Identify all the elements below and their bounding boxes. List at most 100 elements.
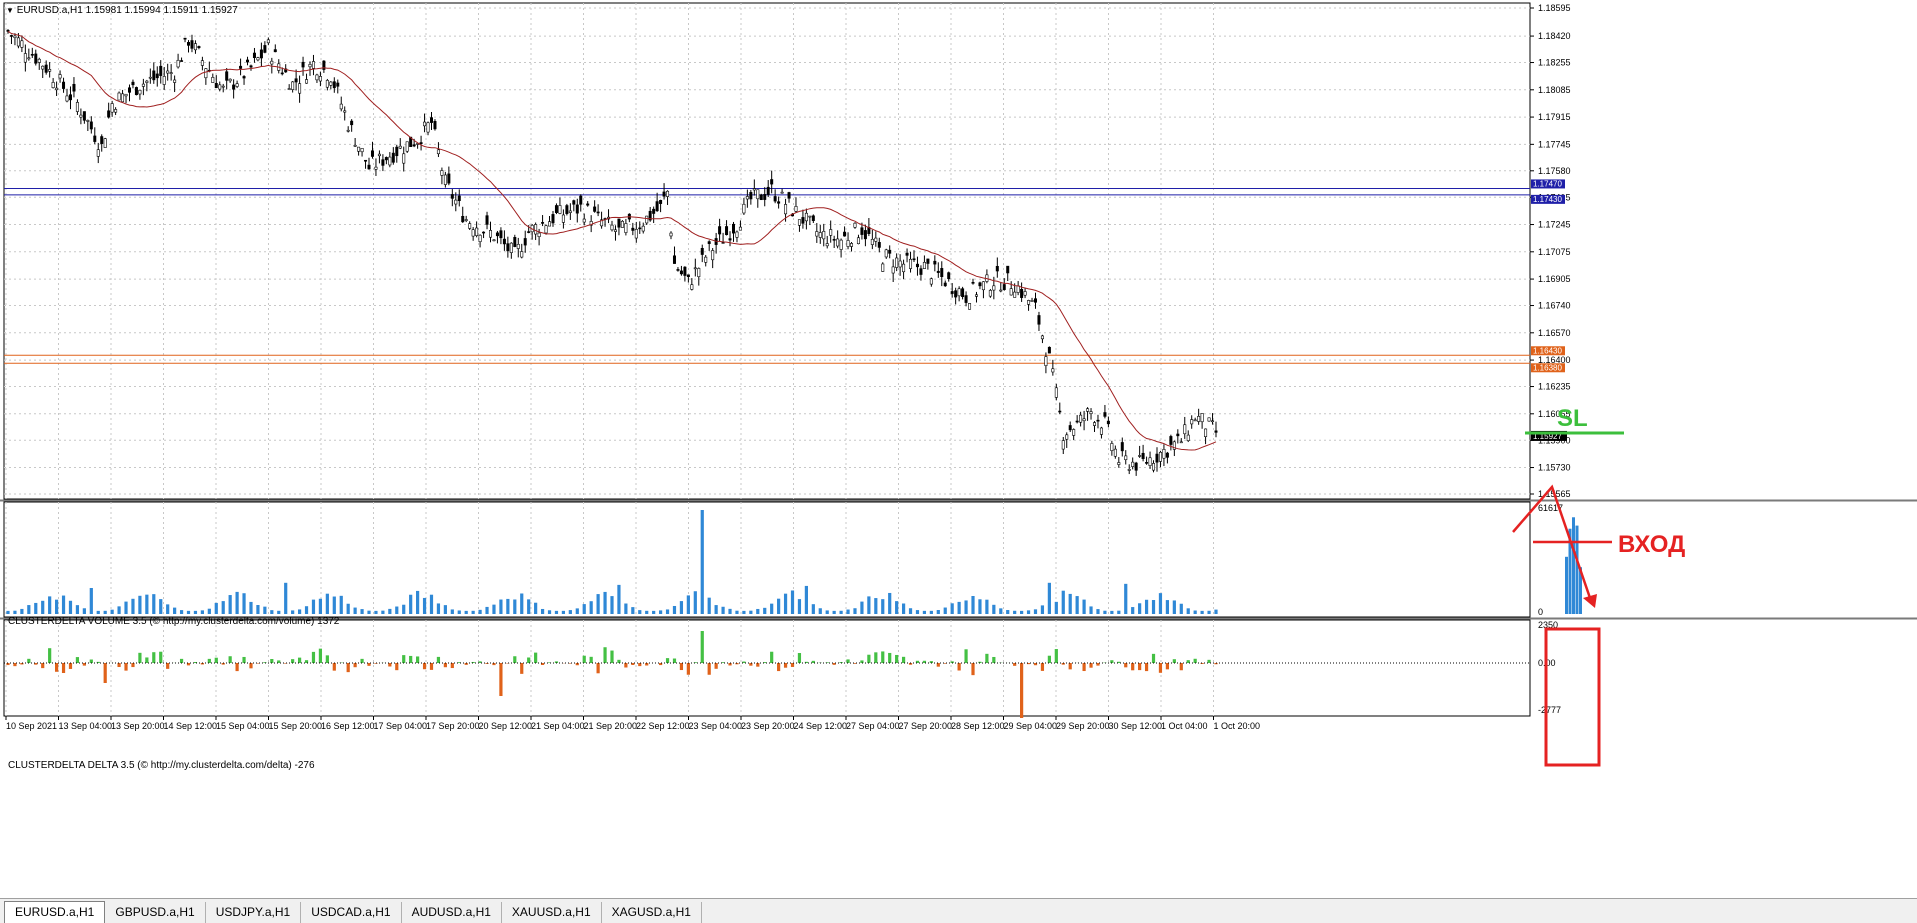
- volume-bar: [152, 594, 155, 614]
- tab-audusd[interactable]: AUDUSD.a,H1: [402, 902, 502, 923]
- candle-body: [1191, 420, 1193, 424]
- delta-bar: [881, 651, 884, 663]
- candle-body: [222, 86, 224, 87]
- delta-bar: [20, 663, 23, 664]
- volume-bar: [472, 611, 475, 614]
- candle-body: [1114, 449, 1116, 456]
- tab-usdcad[interactable]: USDCAD.a,H1: [301, 902, 401, 923]
- candle-body: [396, 147, 398, 156]
- volume-bar: [305, 606, 308, 614]
- volume-bar: [478, 610, 481, 614]
- time-axis-label: 22 Sep 12:00: [636, 721, 690, 731]
- volume-bar: [652, 611, 655, 614]
- candle-body: [191, 41, 193, 49]
- delta-bar: [777, 663, 780, 671]
- candle-body: [1131, 462, 1133, 466]
- time-axis-label: 13 Sep 20:00: [111, 721, 165, 731]
- delta-pane: [4, 620, 1530, 716]
- candle-body: [437, 150, 439, 154]
- candle-body: [21, 41, 23, 48]
- candle-body: [614, 230, 616, 232]
- candle-body: [538, 233, 540, 237]
- volume-bar: [590, 601, 593, 614]
- candle-body: [989, 290, 991, 296]
- tab-xagusd[interactable]: XAGUSD.a,H1: [602, 902, 702, 923]
- candle-body: [1180, 442, 1182, 443]
- candle-body: [1184, 425, 1186, 434]
- volume-bar: [117, 606, 120, 614]
- volume-bar: [451, 609, 454, 614]
- volume-bar: [944, 608, 947, 614]
- candle-body: [746, 196, 748, 199]
- delta-bar: [708, 663, 711, 675]
- candle-body: [83, 112, 85, 121]
- candle-body: [236, 84, 238, 87]
- candle-body: [750, 192, 752, 199]
- volume-bar: [69, 601, 72, 614]
- volume-bar: [83, 608, 86, 614]
- volume-bar: [208, 609, 211, 614]
- candle-body: [1020, 289, 1022, 297]
- candle-body: [816, 232, 818, 237]
- price-scale-label: 1.16905: [1538, 274, 1571, 284]
- time-axis-label: 17 Sep 04:00: [374, 721, 428, 731]
- volume-bar: [992, 605, 995, 614]
- candle-body: [7, 30, 9, 31]
- delta-bar: [444, 663, 447, 667]
- candle-body: [1135, 463, 1137, 470]
- delta-bar: [895, 655, 898, 663]
- volume-bar: [895, 601, 898, 614]
- candle-body: [774, 196, 776, 201]
- volume-bar: [1180, 604, 1183, 614]
- candle-body: [767, 187, 769, 194]
- candle-body: [375, 167, 377, 169]
- volume-bar: [1020, 611, 1023, 614]
- candle-body: [587, 204, 589, 205]
- volume-bar: [805, 586, 808, 614]
- tab-gbpusd[interactable]: GBPUSD.a,H1: [105, 902, 205, 923]
- candle-body: [1024, 291, 1026, 295]
- candle-body: [1069, 425, 1071, 429]
- candle-body: [788, 192, 790, 198]
- candle-body: [1170, 436, 1172, 444]
- delta-bar: [354, 663, 357, 667]
- volume-bar: [1062, 591, 1065, 614]
- candle-body: [646, 216, 648, 223]
- candle-body: [465, 220, 467, 221]
- volume-bar: [76, 605, 79, 614]
- delta-bar: [701, 631, 704, 663]
- candle-body: [718, 227, 720, 234]
- volume-bar: [1041, 605, 1044, 614]
- delta-bar: [610, 651, 613, 663]
- volume-bar: [638, 610, 641, 614]
- delta-bar: [395, 663, 398, 670]
- tab-eurusd[interactable]: EURUSD.a,H1: [4, 901, 105, 923]
- candle-body: [996, 266, 998, 271]
- candle-body: [444, 175, 446, 185]
- candle-body: [805, 213, 807, 221]
- volume-bar: [833, 611, 836, 614]
- candle-body: [1048, 347, 1050, 353]
- volume-bar: [409, 595, 412, 614]
- delta-bar: [430, 663, 433, 670]
- volume-bar: [1145, 600, 1148, 614]
- volume-bar: [360, 609, 363, 614]
- sl-label: SL: [1557, 405, 1588, 432]
- tab-xauusd[interactable]: XAUUSD.a,H1: [502, 902, 602, 923]
- candle-body: [1017, 286, 1019, 293]
- delta-bar: [145, 657, 148, 663]
- volume-bar: [562, 611, 565, 614]
- candle-body: [923, 262, 925, 268]
- candle-body: [326, 80, 328, 87]
- collapse-arrow-icon[interactable]: ▼: [6, 6, 14, 15]
- time-axis-label: 20 Sep 12:00: [479, 721, 533, 731]
- candle-body: [666, 191, 668, 196]
- delta-bar: [360, 659, 363, 663]
- candle-body: [173, 80, 175, 83]
- candle-body: [184, 38, 186, 39]
- candle-body: [128, 88, 130, 93]
- tab-usdjpy[interactable]: USDJPY.a,H1: [206, 902, 301, 923]
- delta-bar: [298, 658, 301, 663]
- candle-body: [486, 216, 488, 225]
- volume-bar: [930, 611, 933, 614]
